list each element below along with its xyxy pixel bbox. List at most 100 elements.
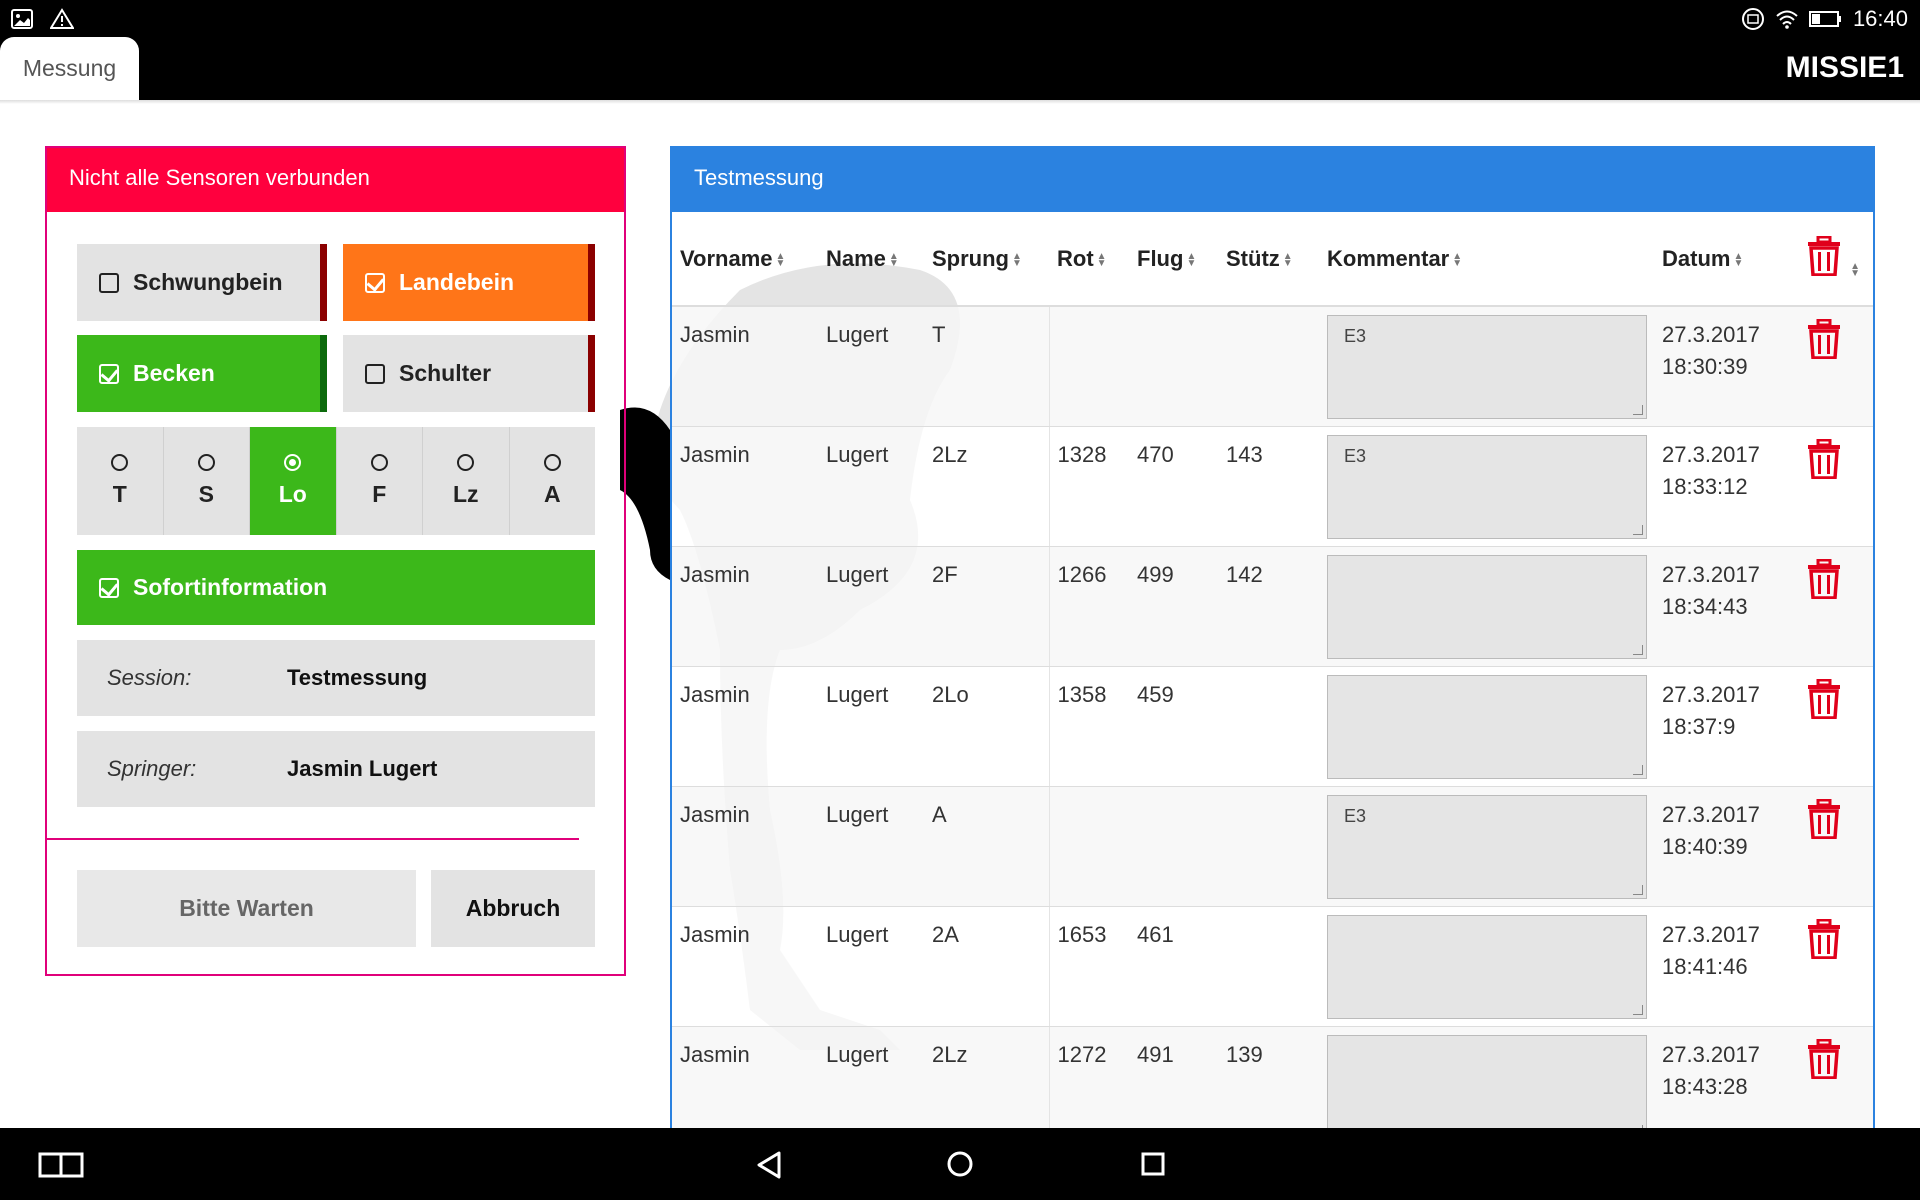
jump-type-selector: T S Lo F Lz A xyxy=(77,427,595,535)
toggle-schulter[interactable]: Schulter xyxy=(343,335,595,412)
cell-sprung: 2A xyxy=(924,906,1050,1027)
cell-name: Lugert xyxy=(818,666,924,787)
cell-name: Lugert xyxy=(818,306,924,427)
sensor-panel: Nicht alle Sensoren verbunden Schwungbei… xyxy=(45,146,626,976)
time-text: 18:37:9 xyxy=(1662,713,1736,739)
cell-kommentar: E3 xyxy=(1319,306,1654,427)
column-header-rot[interactable]: Rot ▲ ▼ xyxy=(1049,212,1129,307)
status-bar: 16:40 xyxy=(0,0,1920,37)
radio-icon xyxy=(543,454,561,471)
comment-textarea[interactable] xyxy=(1327,914,1647,1019)
warning-icon xyxy=(50,8,74,29)
wait-button[interactable]: Bitte Warten xyxy=(77,870,416,947)
sort-icon: ▲ ▼ xyxy=(1096,250,1107,269)
time-text: 18:41:46 xyxy=(1662,953,1748,979)
cell-vorname: Jasmin xyxy=(672,426,818,547)
jump-option-a[interactable]: A xyxy=(510,427,596,535)
column-header-datum[interactable]: Datum ▲ ▼ xyxy=(1654,212,1795,307)
recents-icon[interactable] xyxy=(1141,1152,1165,1176)
cell-stuetz xyxy=(1218,306,1319,427)
cell-kommentar: E3 xyxy=(1319,786,1654,907)
cell-flug: 499 xyxy=(1129,546,1218,667)
cell-delete[interactable] xyxy=(1795,426,1873,547)
cell-sprung: T xyxy=(924,306,1050,427)
date-text: 27.3.2017 xyxy=(1662,1041,1760,1067)
jump-option-f[interactable]: F xyxy=(337,427,423,535)
comment-textarea[interactable]: E3 xyxy=(1327,434,1647,539)
column-label: Rot xyxy=(1057,245,1094,271)
jump-option-lz[interactable]: Lz xyxy=(423,427,510,535)
session-row: Session: Testmessung xyxy=(77,640,595,716)
comment-textarea[interactable]: E3 xyxy=(1327,315,1647,419)
toggle-label: Landebein xyxy=(399,269,515,295)
toggle-sofortinformation[interactable]: Sofortinformation xyxy=(77,550,595,625)
comment-textarea[interactable] xyxy=(1327,674,1647,779)
column-header-sprung[interactable]: Sprung ▲ ▼ xyxy=(924,212,1049,307)
cell-datum: 27.3.2017 18:33:12 xyxy=(1654,426,1795,547)
column-header-kommentar[interactable]: Kommentar ▲ ▼ xyxy=(1319,212,1654,307)
measurement-header: Testmessung xyxy=(672,148,1873,212)
toggle-label: Sofortinformation xyxy=(133,574,328,600)
jump-option-lo[interactable]: Lo xyxy=(250,427,337,535)
cell-delete[interactable] xyxy=(1795,666,1873,787)
column-header-delete[interactable]: ▲ ▼ xyxy=(1795,212,1873,307)
cell-delete[interactable] xyxy=(1795,786,1873,907)
cell-rot: 1328 xyxy=(1049,426,1129,547)
clock: 16:40 xyxy=(1852,6,1908,31)
multiwindow-icon[interactable] xyxy=(38,1152,84,1178)
toggle-label: Becken xyxy=(133,360,215,386)
back-icon[interactable] xyxy=(755,1150,783,1180)
jump-option-s[interactable]: S xyxy=(164,427,250,535)
cell-datum: 27.3.2017 18:37:9 xyxy=(1654,666,1795,787)
trash-icon xyxy=(1808,918,1840,959)
time-text: 18:43:28 xyxy=(1662,1073,1748,1099)
cell-vorname: Jasmin xyxy=(672,306,818,427)
date-text: 27.3.2017 xyxy=(1662,921,1760,947)
cell-rot xyxy=(1049,306,1129,427)
app-title: MISSIE1 xyxy=(1785,51,1904,84)
time-text: 18:34:43 xyxy=(1662,593,1748,619)
column-header-stuetz[interactable]: Stütz ▲ ▼ xyxy=(1218,212,1319,307)
jump-label: T xyxy=(112,481,127,507)
column-label: Kommentar xyxy=(1327,245,1450,271)
sort-icon: ▲ ▼ xyxy=(1452,250,1463,269)
sort-icon: ▲ ▼ xyxy=(1012,250,1022,269)
table-header-row: Vorname ▲ ▼ Name ▲ ▼ Sprung ▲ ▼ Rot ▲ ▼ Flug ▲ ▼ S… xyxy=(672,212,1873,307)
cancel-button[interactable]: Abbruch xyxy=(431,870,595,947)
measurement-panel: Testmessung Vorname ▲ ▼ Name ▲ ▼ Sprung ▲ ▼ Ro… xyxy=(670,146,1875,1128)
cell-rot: 1266 xyxy=(1049,546,1129,667)
toggle-becken[interactable]: Becken xyxy=(77,335,327,412)
cell-vorname: Jasmin xyxy=(672,546,818,667)
cell-sprung: 2F xyxy=(924,546,1050,667)
date-text: 27.3.2017 xyxy=(1662,322,1760,347)
cell-sprung: 2Lz xyxy=(924,426,1050,547)
comment-textarea[interactable]: E3 xyxy=(1327,794,1647,899)
cell-kommentar xyxy=(1319,1026,1654,1128)
tab-messung[interactable]: Messung xyxy=(0,37,139,100)
checkbox-icon xyxy=(99,272,119,293)
column-header-vorname[interactable]: Vorname ▲ ▼ xyxy=(672,212,818,307)
header-shadow xyxy=(0,100,1920,104)
trash-icon xyxy=(1808,798,1840,839)
comment-textarea[interactable] xyxy=(1327,554,1647,659)
cell-delete[interactable] xyxy=(1795,906,1873,1027)
jump-label: F xyxy=(372,481,387,507)
toggle-label: Schwungbein xyxy=(133,269,283,295)
column-header-flug[interactable]: Flug ▲ ▼ xyxy=(1129,212,1218,307)
time-text: 18:40:39 xyxy=(1662,833,1748,859)
jump-option-t[interactable]: T xyxy=(77,427,164,535)
cell-delete[interactable] xyxy=(1795,306,1873,427)
column-header-name[interactable]: Name ▲ ▼ xyxy=(818,212,924,307)
jump-label: Lo xyxy=(278,481,307,507)
radio-icon xyxy=(370,454,388,471)
springer-value: Jasmin Lugert xyxy=(287,756,438,781)
cell-delete[interactable] xyxy=(1795,546,1873,667)
toggle-landebein[interactable]: Landebein xyxy=(343,244,595,321)
toggle-schwungbein[interactable]: Schwungbein xyxy=(77,244,327,321)
home-icon[interactable] xyxy=(946,1150,974,1178)
cell-flug xyxy=(1129,786,1218,907)
comment-textarea[interactable] xyxy=(1327,1034,1647,1128)
springer-label: Springer: xyxy=(107,756,197,781)
battery-icon xyxy=(1808,11,1841,27)
cell-delete[interactable] xyxy=(1795,1026,1873,1128)
